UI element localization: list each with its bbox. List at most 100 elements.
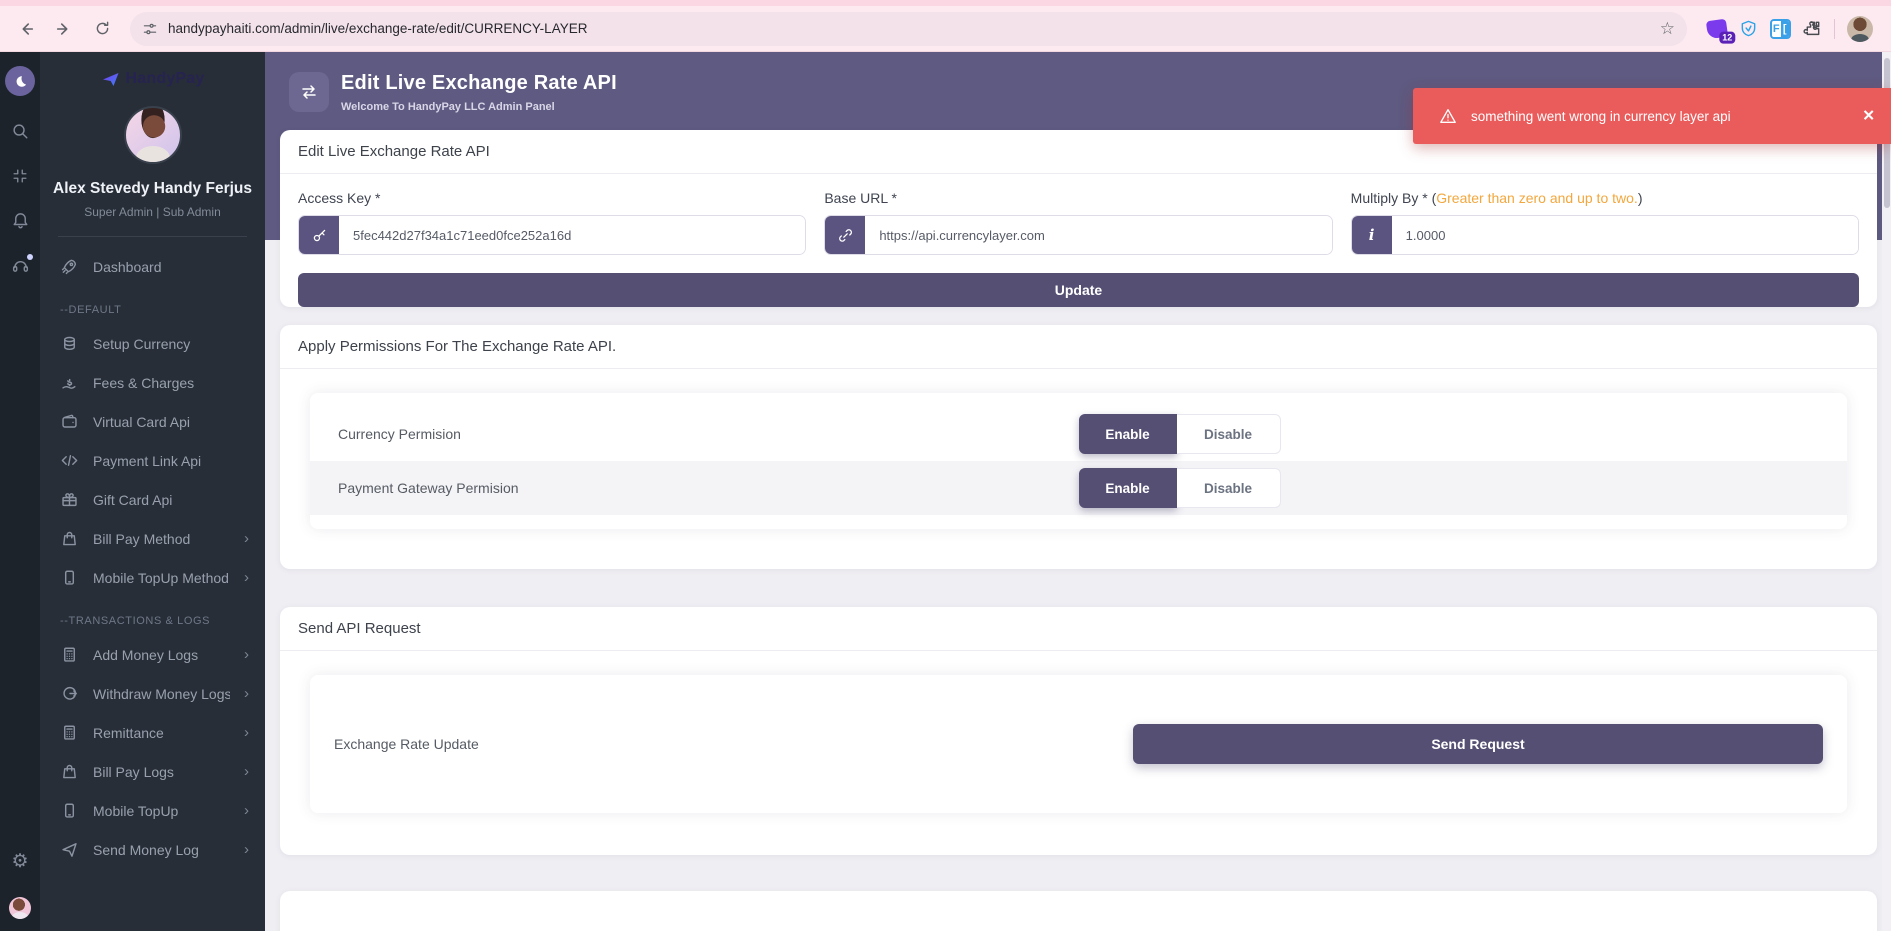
browser-profile-avatar[interactable]: [1847, 16, 1873, 42]
permission-toggle-group: EnableDisable: [1079, 468, 1281, 508]
shield-extension-icon[interactable]: [1739, 19, 1758, 38]
support-button[interactable]: [11, 256, 30, 275]
extensions-puzzle-icon[interactable]: [1803, 19, 1822, 38]
gift-icon: [60, 490, 79, 509]
sidebar-item-mobile-topup[interactable]: Mobile TopUp ›: [40, 791, 265, 830]
access-key-label: Access Key *: [298, 190, 806, 206]
notifications-button[interactable]: [11, 211, 30, 230]
user-role: Super Admin | Sub Admin: [40, 205, 265, 219]
info-icon: i: [1352, 216, 1392, 254]
toast-message: something went wrong in currency layer a…: [1471, 109, 1731, 124]
icon-rail: ⚙: [0, 52, 40, 931]
toolbar-separator: [1834, 19, 1835, 39]
key-icon: [299, 216, 339, 254]
menu-section-transactions-logs: --TRANSACTIONS & LOGS: [40, 597, 265, 635]
tag-extension-icon[interactable]: 12: [1706, 18, 1728, 39]
sidebar-item-dashboard[interactable]: Dashboard: [40, 247, 265, 286]
send-card-title: Send API Request: [280, 607, 1877, 651]
permission-label: Payment Gateway Permision: [338, 480, 1079, 496]
permission-row-payment-gateway-permision: Payment Gateway PermisionEnableDisable: [310, 461, 1847, 515]
moon-icon: [5, 66, 35, 96]
base-url-label: Base URL *: [824, 190, 1332, 206]
disable-button[interactable]: Disable: [1177, 414, 1281, 454]
sidebar-item-remittance[interactable]: Remittance›: [40, 713, 265, 752]
fees-icon: [60, 373, 79, 392]
chevron-right-icon: ›: [244, 725, 249, 740]
error-toast: something went wrong in currency layer a…: [1413, 88, 1891, 144]
sidebar-item-fees-charges[interactable]: Fees & Charges: [40, 363, 265, 402]
sidebar-item-label: Bill Pay Method: [93, 531, 230, 547]
user-avatar: [124, 106, 182, 164]
bell-icon: [11, 211, 30, 230]
sidebar-divider: [58, 236, 247, 237]
bookmark-star-icon[interactable]: ☆: [1660, 19, 1675, 39]
search-button[interactable]: [11, 122, 30, 141]
chevron-right-icon: ›: [244, 803, 249, 818]
page-subtitle: Welcome To HandyPay LLC Admin Panel: [341, 101, 617, 113]
disable-button[interactable]: Disable: [1177, 468, 1281, 508]
reload-button[interactable]: [86, 13, 118, 45]
permission-toggle-group: EnableDisable: [1079, 414, 1281, 454]
wallet-icon: [60, 412, 79, 431]
sidebar-item-label: Setup Currency: [93, 336, 249, 352]
phone-icon: [60, 801, 79, 820]
update-button[interactable]: Update: [298, 273, 1859, 307]
site-info-icon[interactable]: [142, 21, 158, 37]
apps-button[interactable]: [11, 167, 29, 185]
forward-button[interactable]: [48, 13, 80, 45]
gear-icon: ⚙: [11, 852, 28, 871]
sidebar-item-label: Bill Pay Logs: [93, 764, 230, 780]
multiply-by-input-group: i: [1351, 215, 1859, 255]
url-bar[interactable]: handypayhaiti.com/admin/live/exchange-ra…: [130, 12, 1687, 46]
rail-user-avatar[interactable]: [9, 897, 31, 919]
browser-toolbar: handypayhaiti.com/admin/live/exchange-ra…: [0, 0, 1891, 52]
sidebar-item-gift-card-api[interactable]: Gift Card Api: [40, 480, 265, 519]
chevron-right-icon: ›: [244, 531, 249, 546]
back-arrow-icon: [17, 20, 35, 38]
sidebar-item-label: Fees & Charges: [93, 375, 249, 391]
base-url-input[interactable]: [865, 216, 1331, 254]
sidebar-item-bill-pay-logs[interactable]: Bill Pay Logs›: [40, 752, 265, 791]
access-key-input[interactable]: [339, 216, 805, 254]
sidebar-item-label: Add Money Logs: [93, 647, 230, 663]
sidebar-item-withdraw-money-logs[interactable]: Withdraw Money Logs›: [40, 674, 265, 713]
toast-close-button[interactable]: ✕: [1862, 109, 1875, 124]
sidebar-item-setup-currency[interactable]: Setup Currency: [40, 324, 265, 363]
enable-button[interactable]: Enable: [1079, 468, 1177, 508]
permissions-card-title: Apply Permissions For The Exchange Rate …: [280, 325, 1877, 369]
sidebar-item-virtual-card-api[interactable]: Virtual Card Api: [40, 402, 265, 441]
calc-icon: [60, 723, 79, 742]
sidebar-item-mobile-topup-method[interactable]: Mobile TopUp Method›: [40, 558, 265, 597]
multiply-by-hint: Greater than zero and up to two.: [1436, 190, 1638, 206]
handypay-logo[interactable]: HandyPay: [40, 66, 265, 92]
permissions-card: Apply Permissions For The Exchange Rate …: [280, 325, 1877, 569]
sidebar-item-send-money-log[interactable]: Send Money Log›: [40, 830, 265, 869]
sidebar-item-add-money-logs[interactable]: Add Money Logs›: [40, 635, 265, 674]
sidebar-item-label: Payment Link Api: [93, 453, 249, 469]
sidebar-menu: Dashboard--DEFAULTSetup CurrencyFees & C…: [40, 243, 265, 931]
send-request-row: Exchange Rate Update Send Request: [310, 689, 1847, 799]
chevron-right-icon: ›: [244, 570, 249, 585]
enable-button[interactable]: Enable: [1079, 414, 1177, 454]
sidebar-item-payment-link-api[interactable]: Payment Link Api: [40, 441, 265, 480]
edit-exchange-rate-card: Edit Live Exchange Rate API Access Key *…: [280, 130, 1877, 307]
base-url-input-group: [824, 215, 1332, 255]
support-notification-dot: [27, 254, 33, 260]
sidebar-item-label: Withdraw Money Logs: [93, 686, 230, 702]
rocket-icon: [60, 257, 79, 276]
sidebar-item-label: Mobile TopUp: [93, 803, 230, 819]
handypay-logo-icon: [101, 69, 121, 89]
send-request-label: Exchange Rate Update: [334, 736, 479, 752]
settings-button[interactable]: ⚙: [11, 852, 28, 871]
page-scrollbar: [1882, 52, 1891, 931]
search-icon: [11, 122, 30, 141]
sidebar-item-bill-pay-method[interactable]: Bill Pay Method ›: [40, 519, 265, 558]
fi-extension-icon[interactable]: F[: [1770, 19, 1791, 39]
apps-grid-icon: [11, 167, 29, 185]
url-text[interactable]: handypayhaiti.com/admin/live/exchange-ra…: [168, 21, 1650, 36]
calc-icon: [60, 645, 79, 664]
back-button[interactable]: [10, 13, 42, 45]
multiply-by-input[interactable]: [1392, 216, 1858, 254]
send-request-button[interactable]: Send Request: [1133, 724, 1823, 764]
dark-mode-toggle[interactable]: [5, 66, 35, 96]
